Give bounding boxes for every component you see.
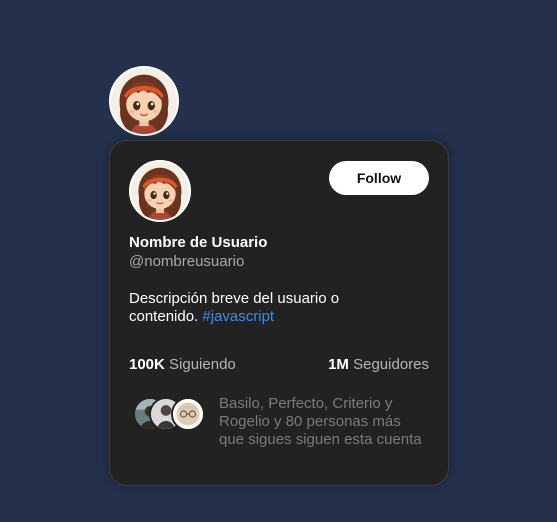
followers-label: Seguidores — [353, 356, 429, 373]
stats-row: 100K Siguiendo 1M Seguidores — [129, 356, 429, 376]
hashtag-link[interactable]: #javascript — [202, 308, 274, 325]
girl-avatar-icon — [111, 68, 177, 134]
mutual-followers-text[interactable]: Basilo, Perfecto, Criterio y Rogelio y 8… — [219, 395, 424, 449]
profile-hover-card: Follow Nombre de Usuario @nombreusuario … — [109, 140, 449, 486]
username-handle[interactable]: @nombreusuario — [129, 253, 244, 270]
mutual-avatar — [171, 397, 205, 431]
mutual-followers-avatars[interactable] — [133, 397, 213, 433]
following-stat[interactable]: 100K Siguiendo — [129, 356, 236, 373]
old-man-avatar-icon — [173, 399, 203, 429]
following-label: Siguiendo — [169, 356, 236, 373]
following-count: 100K — [129, 356, 165, 373]
bio: Descripción breve del usuario o contenid… — [129, 290, 379, 326]
followers-stat[interactable]: 1M Seguidores — [328, 356, 429, 373]
girl-avatar-icon — [131, 162, 189, 220]
display-name[interactable]: Nombre de Usuario — [129, 234, 267, 251]
profile-avatar-trigger[interactable] — [109, 66, 179, 136]
followers-count: 1M — [328, 356, 349, 373]
follow-button[interactable]: Follow — [329, 161, 429, 195]
card-avatar[interactable] — [129, 160, 191, 222]
